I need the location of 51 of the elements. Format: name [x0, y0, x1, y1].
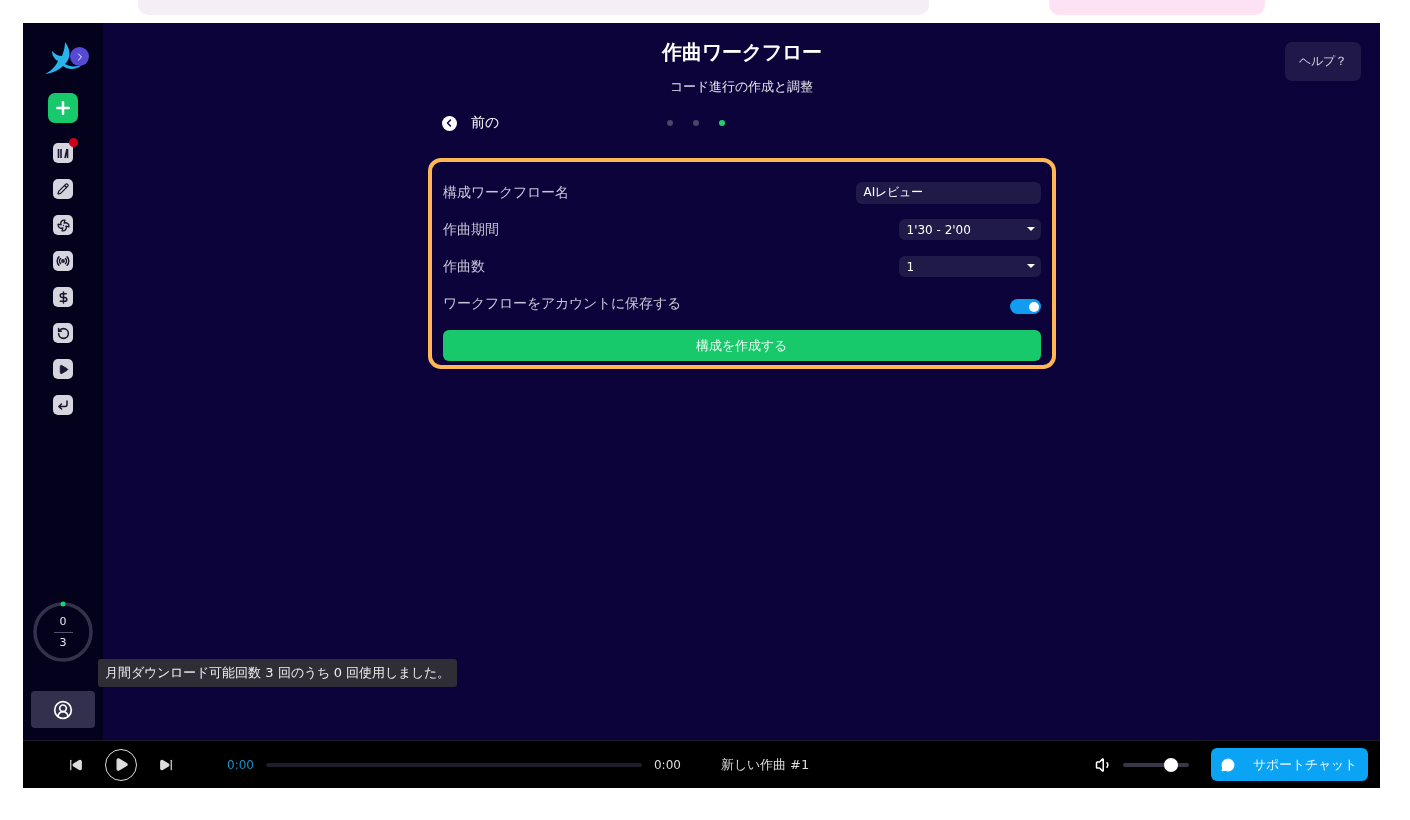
nav-button[interactable] [53, 323, 73, 343]
toggle-switch[interactable] [1009, 299, 1041, 314]
nav-button[interactable] [53, 287, 73, 307]
usage-count: 0 [59, 614, 67, 629]
nav-button[interactable] [53, 215, 73, 235]
track-title: 新しい作曲 #1 [720, 755, 810, 774]
plus-icon [53, 98, 73, 118]
field-label: 作曲数 [442, 257, 485, 276]
slash-bars-icon [57, 147, 69, 159]
volume-slider[interactable] [1123, 757, 1189, 772]
arrow-icon [57, 399, 69, 411]
field-label: ワークフローをアカウントに保存する [442, 294, 681, 313]
play-icon [57, 363, 69, 375]
user-icon [53, 699, 73, 720]
nav-button[interactable] [53, 359, 73, 379]
help-button[interactable]: ヘルプ？ [1285, 42, 1361, 81]
duration: 0:00 [653, 757, 681, 772]
usage-total: 3 [59, 635, 67, 650]
dropdown[interactable]: 1 [898, 256, 1041, 277]
history-icon [56, 326, 70, 340]
field-label: 作曲期間 [442, 220, 499, 239]
field-label: 構成ワークフロー名 [442, 183, 569, 202]
pencil-icon [57, 183, 69, 195]
tooltip: 月間ダウンロード可能回数 3 回のうち 0 回使用しました。 [98, 659, 458, 687]
caret-icon [1026, 227, 1035, 232]
name-field[interactable]: AIレビュー [855, 181, 1041, 204]
chat-icon [1221, 757, 1235, 772]
progress-track[interactable] [265, 762, 642, 767]
dollar-icon [56, 290, 70, 304]
fan-icon [56, 218, 70, 232]
current-time: 0:00 [227, 757, 254, 772]
volume-thumb[interactable] [1163, 757, 1178, 772]
page-subtitle: コード進行の作成と調整 [670, 78, 813, 96]
nav-button[interactable] [53, 395, 73, 415]
nav-button[interactable] [53, 179, 73, 199]
nav-button[interactable] [53, 251, 73, 271]
back-button[interactable]: 前の [441, 114, 499, 132]
caret-icon [1026, 264, 1035, 269]
create-button[interactable] [48, 93, 78, 123]
page-title: 作曲ワークフロー [661, 39, 822, 66]
expand-button[interactable] [70, 47, 89, 66]
next-button[interactable] [159, 757, 173, 772]
broadcast-icon [56, 254, 70, 268]
nav-button[interactable] [53, 143, 73, 163]
account-button[interactable] [31, 691, 95, 728]
chevron-left-icon [441, 115, 457, 131]
play-icon [113, 757, 129, 772]
skip-back-icon [69, 757, 83, 772]
previous-button[interactable] [69, 757, 83, 772]
skip-forward-icon [159, 757, 173, 772]
dropdown[interactable]: 1'30 - 2'00 [898, 219, 1041, 240]
